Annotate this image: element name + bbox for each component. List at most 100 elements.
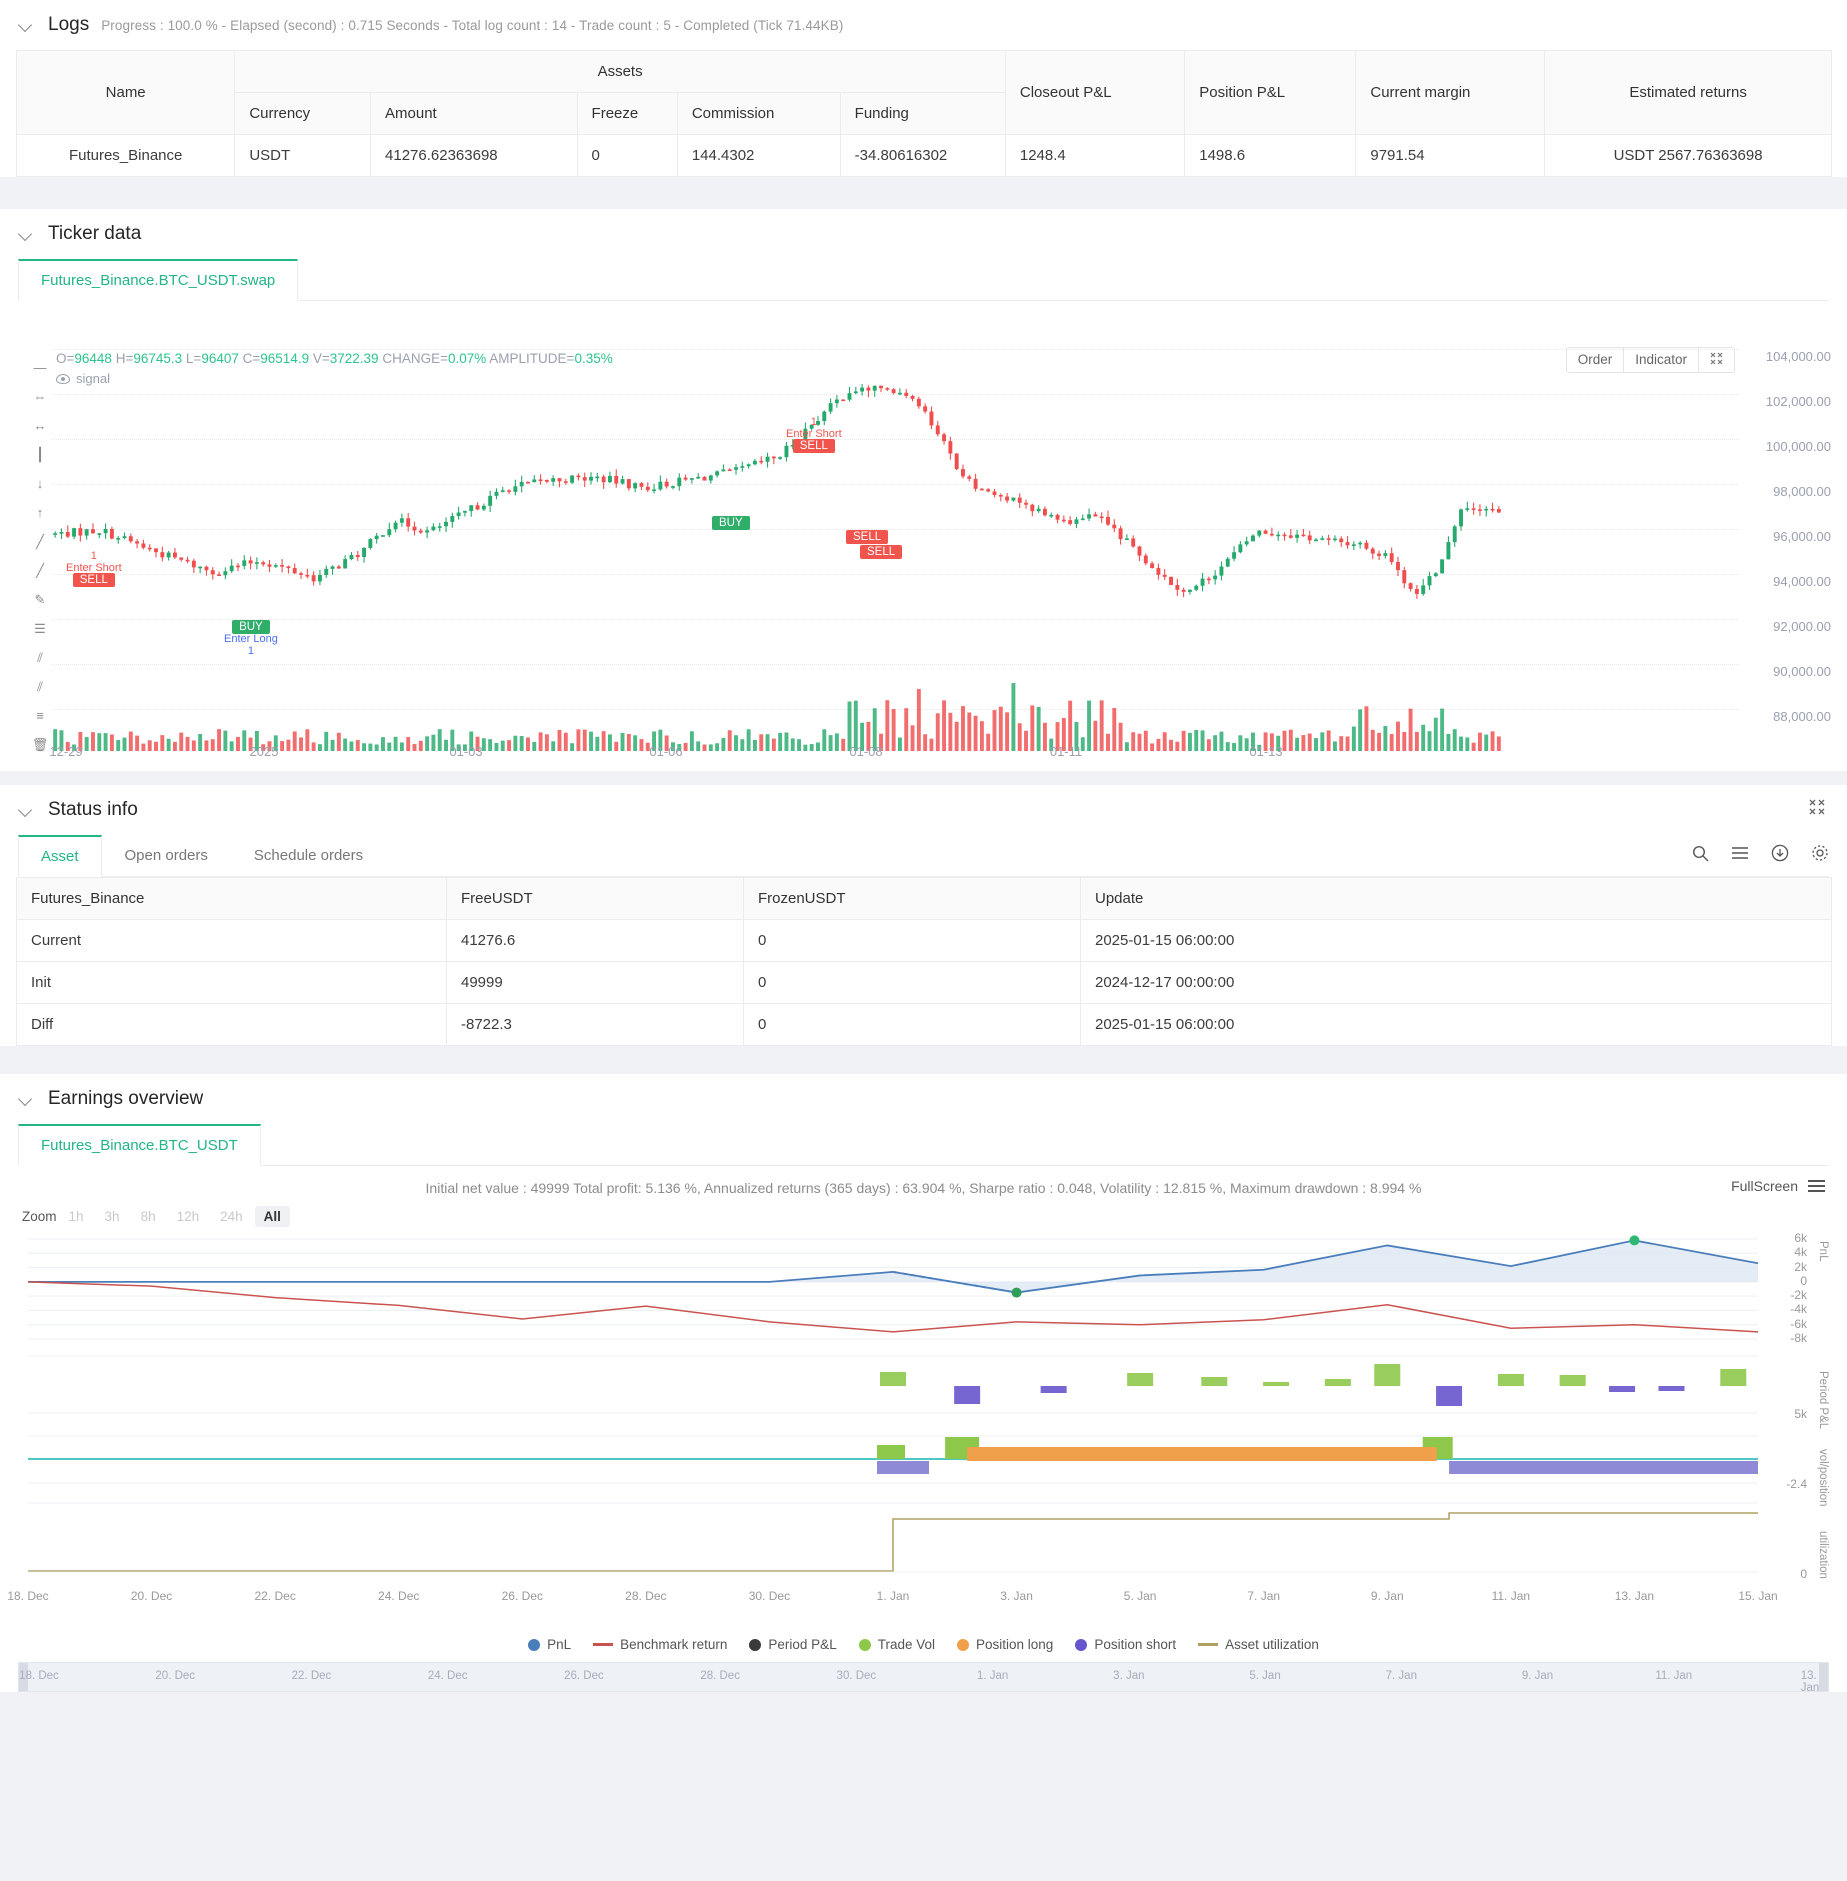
legend-label: Position long: [976, 1637, 1054, 1652]
legend-item[interactable]: Position long: [957, 1637, 1053, 1652]
trash-icon[interactable]: 🗑: [30, 738, 50, 752]
trade-marker-enter-long-1: BUY Enter Long 1: [224, 620, 278, 657]
cell-update: 2024-12-17 00:00:00: [1080, 961, 1832, 1004]
trade-marker-sell-3: SELL: [846, 530, 889, 544]
earnings-chart[interactable]: 6k 4k 2k 0 -2k -4k -6k -8k 5k -2.4 0 18. Dec 20. De…: [7, 1231, 1833, 1631]
zoom-controls: Zoom 1h 3h 8h 12h 24h All: [0, 1200, 1847, 1231]
range-navigator[interactable]: 18. Dec 20. Dec 22. Dec 24. Dec 26. Dec 28. D…: [18, 1662, 1829, 1694]
expand-icon[interactable]: [1809, 799, 1825, 819]
col-assets-group: Assets: [234, 50, 1006, 93]
ticker-header[interactable]: Ticker data: [0, 209, 1847, 259]
legend-item[interactable]: Benchmark return: [593, 1637, 727, 1652]
zoom-8h[interactable]: 8h: [132, 1206, 165, 1227]
nav-tick: 3. Jan: [1113, 1670, 1145, 1682]
cell-free-usdt: 49999: [446, 961, 744, 1004]
legend-item[interactable]: PnL: [528, 1637, 571, 1652]
legend-label: Period P&L: [768, 1637, 837, 1652]
segment-icon[interactable]: ↔: [30, 419, 50, 433]
marker-type: SELL: [846, 530, 889, 544]
tab-schedule-orders[interactable]: Schedule orders: [231, 835, 386, 876]
ticker-data-panel: Ticker data Futures_Binance.BTC_USDT.swa…: [0, 209, 1847, 771]
nav-tick: 26. Dec: [564, 1670, 604, 1682]
price-axis: 104,000.00 102,000.00 100,000.00 98,000.00 9…: [1739, 341, 1839, 741]
legend-item[interactable]: Asset utilization: [1198, 1637, 1319, 1652]
marker-count: 1: [247, 645, 254, 657]
price-tick: 104,000.00: [1765, 349, 1831, 364]
arrow-down-icon[interactable]: ↓: [30, 477, 50, 491]
table-header-row: Futures_Binance FreeUSDT FrozenUSDT Upda…: [16, 877, 1832, 920]
panel-divider: [0, 195, 1847, 209]
chevron-down-icon[interactable]: [18, 226, 34, 242]
zoom-3h[interactable]: 3h: [96, 1206, 129, 1227]
x-tick: 9. Jan: [1370, 1589, 1404, 1603]
table-row[interactable]: Futures_Binance USDT 41276.62363698 0 14…: [15, 134, 1832, 177]
y-tick: -2.4: [1786, 1477, 1807, 1491]
fibonacci-icon[interactable]: ☰: [30, 622, 50, 636]
menu-icon[interactable]: [1808, 1180, 1825, 1192]
nav-tick: 24. Dec: [427, 1670, 468, 1682]
zoom-all[interactable]: All: [254, 1206, 290, 1227]
legend-marker: [749, 1638, 762, 1651]
y-tick: 0: [1800, 1567, 1807, 1581]
earnings-stats: Initial net value : 49999 Total profit: …: [425, 1180, 1422, 1196]
horizontal-line-icon[interactable]: ⇔: [30, 390, 50, 404]
chevron-down-icon[interactable]: [18, 1091, 34, 1107]
candlestick-chart[interactable]: O=96448 H=96745.3 L=96407 C=96514.9 V=37…: [8, 301, 1839, 771]
nav-tick: 1. Jan: [976, 1670, 1009, 1682]
gear-icon[interactable]: [1811, 844, 1829, 866]
table-row[interactable]: Init 49999 0 2024-12-17 00:00:00: [16, 961, 1832, 1004]
date-tick: 2025: [249, 744, 279, 759]
col-estimated-returns: Estimated returns: [1544, 50, 1832, 135]
y-tick: 0: [1800, 1273, 1807, 1288]
search-icon[interactable]: [1692, 845, 1709, 866]
date-tick: 01-08: [849, 744, 883, 759]
cell-closeout-pnl: 1248.4: [1004, 134, 1186, 177]
logs-header[interactable]: Logs Progress : 100.0 % - Elapsed (secon…: [0, 0, 1847, 50]
chevron-down-icon[interactable]: [18, 802, 34, 818]
tab-futures-binance-btc-usdt[interactable]: Futures_Binance.BTC_USDT: [18, 1124, 261, 1166]
status-info-header[interactable]: Status info: [0, 785, 1847, 835]
cell-freeze: 0: [576, 134, 678, 177]
earnings-chart-svg: [27, 1235, 1833, 1573]
cell-row-name: Diff: [16, 1003, 447, 1046]
table-row[interactable]: Diff -8722.3 0 2025-01-15 06:00:00: [16, 1003, 1832, 1046]
trend-line-icon[interactable]: ╱: [30, 535, 50, 549]
list-icon[interactable]: [1731, 845, 1749, 865]
nav-tick: 28. Dec: [700, 1670, 740, 1682]
col-funding: Funding: [839, 92, 1006, 135]
text-icon[interactable]: ≡: [30, 709, 50, 723]
earnings-title: Earnings overview: [48, 1088, 204, 1109]
arrow-up-icon[interactable]: ↑: [30, 506, 50, 520]
ray-icon[interactable]: ╱: [30, 564, 50, 578]
col-amount: Amount: [370, 92, 578, 135]
zoom-1h[interactable]: 1h: [60, 1206, 93, 1227]
crosshair-icon[interactable]: —: [30, 361, 50, 375]
tab-open-orders[interactable]: Open orders: [102, 835, 231, 876]
pencil-icon[interactable]: ✎: [30, 593, 50, 607]
tab-asset[interactable]: Asset: [18, 835, 102, 877]
y-tick: 5k: [1794, 1407, 1807, 1421]
earnings-header[interactable]: Earnings overview: [0, 1074, 1847, 1124]
chevron-down-icon[interactable]: [18, 17, 34, 33]
col-update: Update: [1080, 877, 1832, 920]
zoom-12h[interactable]: 12h: [168, 1206, 209, 1227]
logs-title: Logs: [48, 14, 90, 35]
fullscreen-control[interactable]: FullScreen: [1731, 1178, 1825, 1194]
pitchfork-icon[interactable]: ⫽: [30, 680, 50, 694]
range-handle-right[interactable]: [1819, 1663, 1828, 1691]
logs-summary: Progress : 100.0 % - Elapsed (second) : …: [101, 17, 844, 33]
zoom-24h[interactable]: 24h: [211, 1206, 252, 1227]
panel-divider: [0, 1060, 1847, 1074]
marker-type: BUY: [232, 620, 270, 634]
download-icon[interactable]: [1771, 844, 1789, 866]
parallel-channel-icon[interactable]: ⫽: [30, 651, 50, 665]
price-tick: 102,000.00: [1765, 394, 1831, 409]
table-row[interactable]: Current 41276.6 0 2025-01-15 06:00:00: [16, 919, 1832, 962]
legend-item[interactable]: Trade Vol: [858, 1637, 935, 1652]
x-tick: 30. Dec: [748, 1589, 791, 1603]
price-tick: 94,000.00: [1773, 574, 1831, 589]
vertical-line-icon[interactable]: ┃: [30, 448, 50, 462]
legend-item[interactable]: Position short: [1075, 1637, 1176, 1652]
legend-item[interactable]: Period P&L: [749, 1637, 837, 1652]
tab-futures-binance-btc-usdt-swap[interactable]: Futures_Binance.BTC_USDT.swap: [18, 259, 299, 301]
